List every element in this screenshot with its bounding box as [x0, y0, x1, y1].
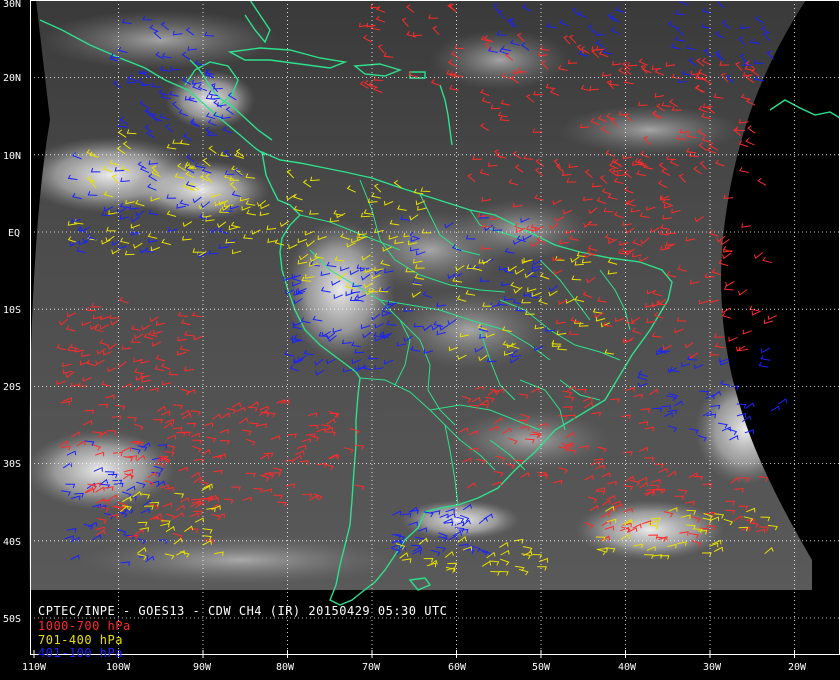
satellite-map-canvas: 30N 20N 10N EQ 10S 20S 30S 40S 50S 110W … [0, 0, 840, 680]
lon-label: 50W [532, 662, 551, 673]
lon-label: 70W [362, 662, 381, 673]
lat-label: 30N [3, 0, 21, 10]
lon-label: 110W [22, 662, 47, 673]
lon-label: 80W [276, 662, 295, 673]
satellite-map: 30N 20N 10N EQ 10S 20S 30S 40S 50S 110W … [0, 0, 840, 680]
lat-label: 40S [3, 537, 21, 548]
lon-label: 90W [193, 662, 212, 673]
map-title: CPTEC/INPE - GOES13 - CDW CH4 (IR) 20150… [38, 604, 448, 618]
lon-label: 30W [703, 662, 722, 673]
lat-label: 50S [3, 614, 21, 625]
legend-low-level: 1000-700 hPa [38, 619, 131, 633]
lon-label: 40W [618, 662, 637, 673]
legend-mid-level: 701-400 hPa [38, 633, 123, 647]
lon-label: 100W [106, 662, 131, 673]
lon-label: 60W [448, 662, 467, 673]
lat-label: 20N [3, 73, 21, 84]
lat-label: 10N [3, 151, 21, 162]
lat-label: EQ [8, 228, 20, 239]
lat-label: 20S [3, 382, 21, 393]
lat-label: 10S [3, 305, 21, 316]
lat-label: 30S [3, 459, 21, 470]
legend-high-level: 401-100 hPa [38, 646, 123, 660]
lon-label: 20W [788, 662, 807, 673]
